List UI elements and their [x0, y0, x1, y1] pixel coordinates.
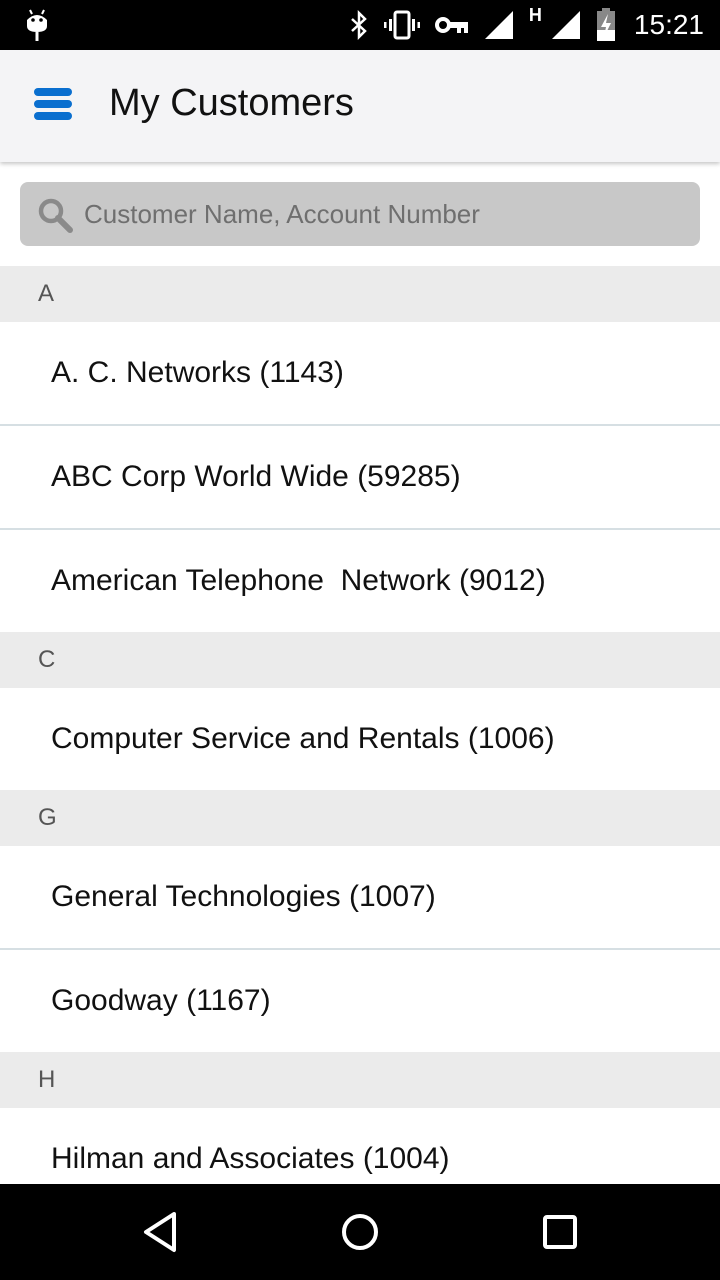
- section-header: H: [0, 1052, 720, 1108]
- section-header: G: [0, 790, 720, 846]
- section-header: C: [0, 632, 720, 688]
- status-bar: H 15:21: [0, 0, 720, 50]
- customer-list-item[interactable]: Goodway (1167): [0, 950, 720, 1052]
- vibrate-icon: [383, 10, 420, 40]
- home-icon[interactable]: [334, 1206, 386, 1258]
- signal-icon: [551, 11, 580, 39]
- bluetooth-icon: [351, 10, 367, 40]
- app-bar: My Customers: [0, 50, 720, 162]
- vpn-key-icon: [434, 17, 468, 33]
- status-time: 15:21: [633, 9, 704, 40]
- search-container: [0, 162, 720, 266]
- customer-list-item[interactable]: ABC Corp World Wide (59285): [0, 426, 720, 530]
- recent-apps-icon[interactable]: [534, 1206, 586, 1258]
- page-title: My Customers: [109, 82, 354, 124]
- customer-list[interactable]: A A. C. Networks (1143) ABC Corp World W…: [0, 266, 720, 1184]
- customer-list-item[interactable]: Hilman and Associates (1004): [0, 1108, 720, 1184]
- search-icon: [38, 198, 73, 233]
- customer-list-item[interactable]: General Technologies (1007): [0, 846, 720, 950]
- network-type-label: H: [528, 4, 542, 25]
- customer-list-item[interactable]: A. C. Networks (1143): [0, 322, 720, 426]
- battery-charging-icon: [596, 8, 615, 41]
- signal-icon: [484, 11, 513, 39]
- search-input[interactable]: [84, 182, 684, 246]
- customer-list-item[interactable]: Computer Service and Rentals (1006): [0, 688, 720, 790]
- hamburger-menu-icon: [34, 88, 74, 120]
- search-box[interactable]: [20, 182, 700, 246]
- navigation-bar: [0, 1184, 720, 1280]
- android-debug-icon: [27, 9, 47, 41]
- customer-list-item[interactable]: American Telephone Network (9012): [0, 530, 720, 632]
- back-icon[interactable]: [134, 1206, 186, 1258]
- section-header: A: [0, 266, 720, 322]
- menu-button[interactable]: [34, 88, 74, 124]
